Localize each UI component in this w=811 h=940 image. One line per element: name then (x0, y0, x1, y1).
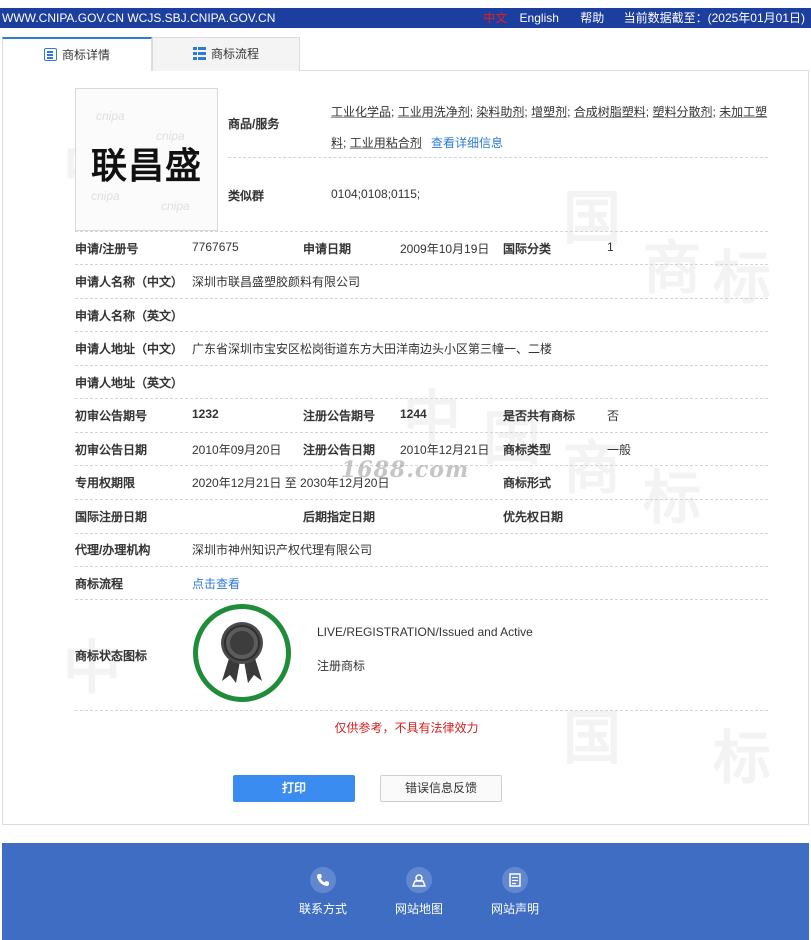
print-button[interactable]: 打印 (233, 775, 355, 802)
shared-label: 是否共有商标 (503, 409, 576, 423)
overlay-watermark: 1688.com (341, 457, 470, 483)
footer-contact-link[interactable]: 联系方式 (288, 867, 358, 917)
data-date: 当前数据截至：(2025年01月01日) (623, 11, 805, 25)
divider (75, 710, 768, 711)
divider (75, 264, 768, 265)
trademark-image: cnipa cnipa cnipa cnipa 联昌盛 (75, 88, 218, 231)
divider (75, 398, 768, 399)
trademark-text: 联昌盛 (90, 146, 202, 187)
reg-no-label: 申请/注册号 (75, 242, 139, 256)
top-bar-links: 中文 English 帮助 当前数据截至：(2025年01月01日) (474, 10, 805, 26)
divider (75, 365, 768, 366)
applicant-cn-value: 深圳市联昌盛塑胶颜料有限公司 (192, 275, 361, 289)
intl-class-value: 1 (607, 240, 614, 254)
divider (75, 533, 768, 534)
intl-reg-date-label: 国际注册日期 (75, 510, 148, 524)
reg-pub-date-value: 2010年12月21日 (400, 443, 490, 457)
applicant-en-label: 申请人名称（英文） (75, 309, 184, 323)
intl-class-label: 国际分类 (503, 242, 552, 256)
apply-date-label: 申请日期 (303, 242, 352, 256)
footer-label: 联系方式 (298, 902, 347, 916)
reg-pub-date-label: 注册公告日期 (303, 443, 376, 457)
process-label: 商标流程 (75, 577, 124, 591)
divider (75, 298, 768, 299)
status-icon-label: 商标状态图标 (75, 649, 148, 663)
mark-form-label: 商标形式 (503, 476, 552, 490)
goods-item: 染料助剂 (476, 105, 525, 119)
watermark-glyph: 标 (713, 244, 772, 312)
tab-label: 商标流程 (210, 47, 259, 61)
phone-icon (310, 867, 336, 893)
process-link[interactable]: 点击查看 (192, 575, 240, 592)
tab-label: 商标详情 (61, 48, 110, 62)
address-en-label: 申请人地址（英文） (75, 376, 184, 390)
goods-item: 塑料分散剂 (652, 105, 713, 119)
footer-statement-link[interactable]: 网站声明 (480, 867, 550, 917)
goods-label: 商品/服务 (228, 117, 280, 131)
prelim-date-label: 初审公告日期 (75, 443, 148, 457)
address-cn-label: 申请人地址（中文） (75, 342, 184, 356)
goods-item: 工业用洗净剂 (397, 105, 470, 119)
lang-chinese-link[interactable]: 中文 (483, 11, 507, 25)
map-icon (406, 867, 432, 893)
similar-group-label: 类似群 (228, 189, 265, 203)
goods-more-link[interactable]: 查看详细信息 (431, 136, 503, 150)
footer-sitemap-link[interactable]: 网站地图 (384, 867, 454, 917)
goods-item: 工业用粘合剂 (349, 136, 422, 150)
tab-trademark-details[interactable]: 商标详情 (2, 37, 152, 72)
divider (75, 566, 768, 567)
divider (75, 432, 768, 433)
reg-pub-no-label: 注册公告期号 (303, 409, 376, 423)
tab-trademark-process[interactable]: 商标流程 (152, 37, 300, 71)
similar-group-value: 0104;0108;0115; (331, 187, 421, 201)
tab-bar: 商标详情 商标流程 (2, 37, 809, 72)
priority-date-label: 优先权日期 (503, 510, 564, 524)
reg-no-value: 7767675 (192, 240, 239, 254)
term-label: 专用权期限 (75, 476, 136, 490)
watermark-glyph: 国 (483, 404, 542, 472)
goods-list: 工业化学品; 工业用洗净剂; 染料助剂; 增塑剂; 合成树脂塑料; 塑料分散剂;… (331, 105, 768, 150)
watermark-glyph: 商 (563, 434, 622, 502)
prelim-date-value: 2010年09月20日 (192, 443, 282, 457)
reg-pub-no-value: 1244 (400, 407, 427, 421)
goods-item: 工业化学品 (331, 105, 392, 119)
divider (75, 331, 768, 332)
site-domains: WWW.CNIPA.GOV.CN WCJS.SBJ.CNIPA.GOV.CN (2, 11, 276, 25)
award-ribbon-icon (221, 622, 263, 683)
mark-type-value: 一般 (607, 443, 632, 457)
divider (75, 231, 768, 232)
goods-item: 增塑剂 (531, 105, 568, 119)
divider (75, 499, 768, 500)
grid-icon (192, 47, 206, 60)
divider (228, 157, 768, 158)
registration-status-badge-icon (193, 604, 291, 702)
list-icon (43, 48, 57, 61)
watermark-glyph: 标 (643, 464, 702, 532)
divider (75, 599, 768, 600)
apply-date-value: 2009年10月19日 (400, 242, 490, 256)
goods-item: 合成树脂塑料 (573, 105, 646, 119)
applicant-cn-label: 申请人名称（中文） (75, 275, 184, 289)
status-english: LIVE/REGISTRATION/Issued and Active (317, 625, 533, 639)
legal-notice: 仅供参考，不具有法律效力 (334, 721, 479, 735)
top-bar: WWW.CNIPA.GOV.CN WCJS.SBJ.CNIPA.GOV.CN 中… (0, 0, 811, 34)
lang-english-link[interactable]: English (520, 11, 559, 25)
later-date-label: 后期指定日期 (303, 510, 376, 524)
document-icon (502, 867, 528, 893)
agent-label: 代理/办理机构 (75, 543, 151, 557)
trademark-detail-panel: 中 国 商 标 中 国 商 标 中 国 标 cnipa cnipa cnipa … (2, 71, 809, 825)
mark-type-label: 商标类型 (503, 443, 552, 457)
footer-label: 网站声明 (490, 902, 539, 916)
help-link[interactable]: 帮助 (580, 11, 604, 25)
error-feedback-button[interactable]: 错误信息反馈 (380, 775, 502, 802)
shared-value: 否 (607, 409, 620, 423)
address-cn-value: 广东省深圳市宝安区松岗街道东方大田洋南边头小区第三幢一、二楼 (192, 342, 553, 356)
prelim-no-value: 1232 (192, 407, 219, 421)
footer-label: 网站地图 (394, 902, 443, 916)
agent-value: 深圳市神州知识产权代理有限公司 (192, 543, 373, 557)
footer: 联系方式 网站地图 网站声明 (2, 843, 809, 940)
watermark-glyph: 商 (643, 234, 702, 302)
prelim-no-label: 初审公告期号 (75, 409, 148, 423)
status-chinese: 注册商标 (317, 659, 366, 673)
